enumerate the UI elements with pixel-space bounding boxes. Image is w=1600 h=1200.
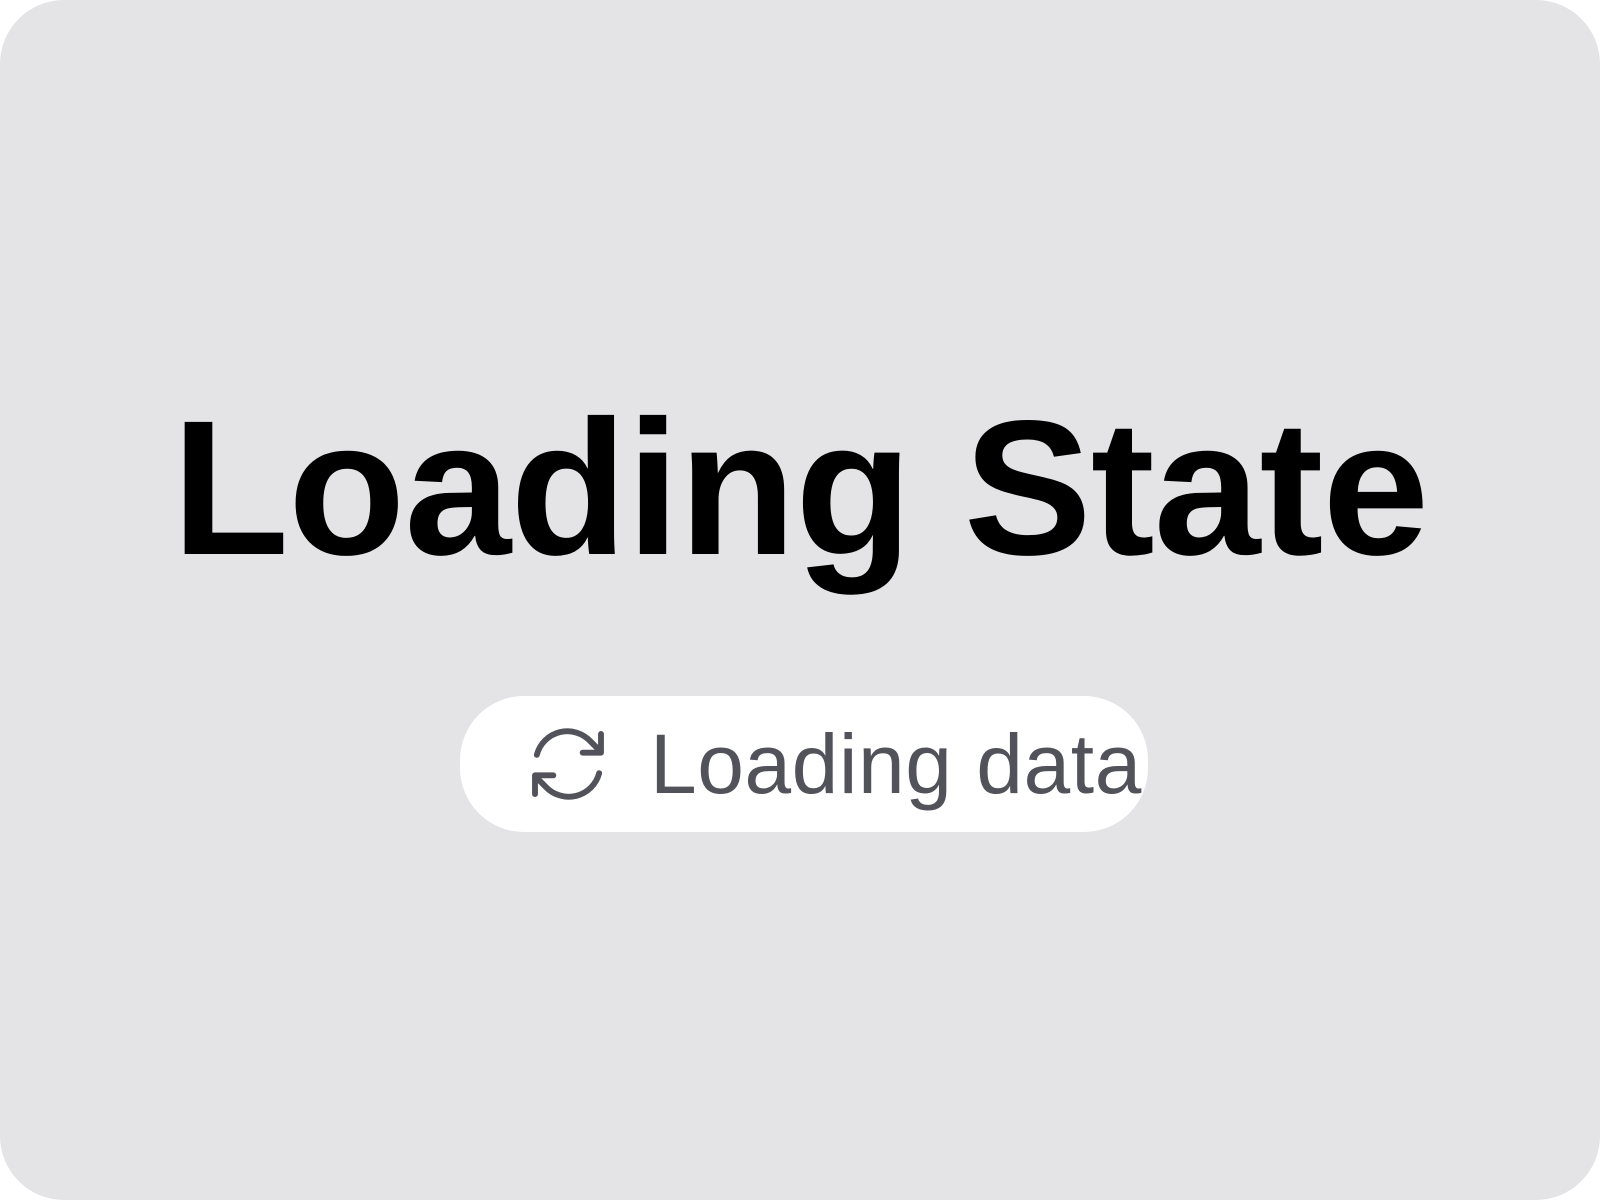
refresh-icon [524,720,612,808]
loading-status-label: Loading data [650,717,1142,811]
page-title: Loading State [171,380,1429,595]
loading-card: Loading State Loading data [0,0,1600,1200]
loading-status-pill: Loading data [460,696,1148,832]
